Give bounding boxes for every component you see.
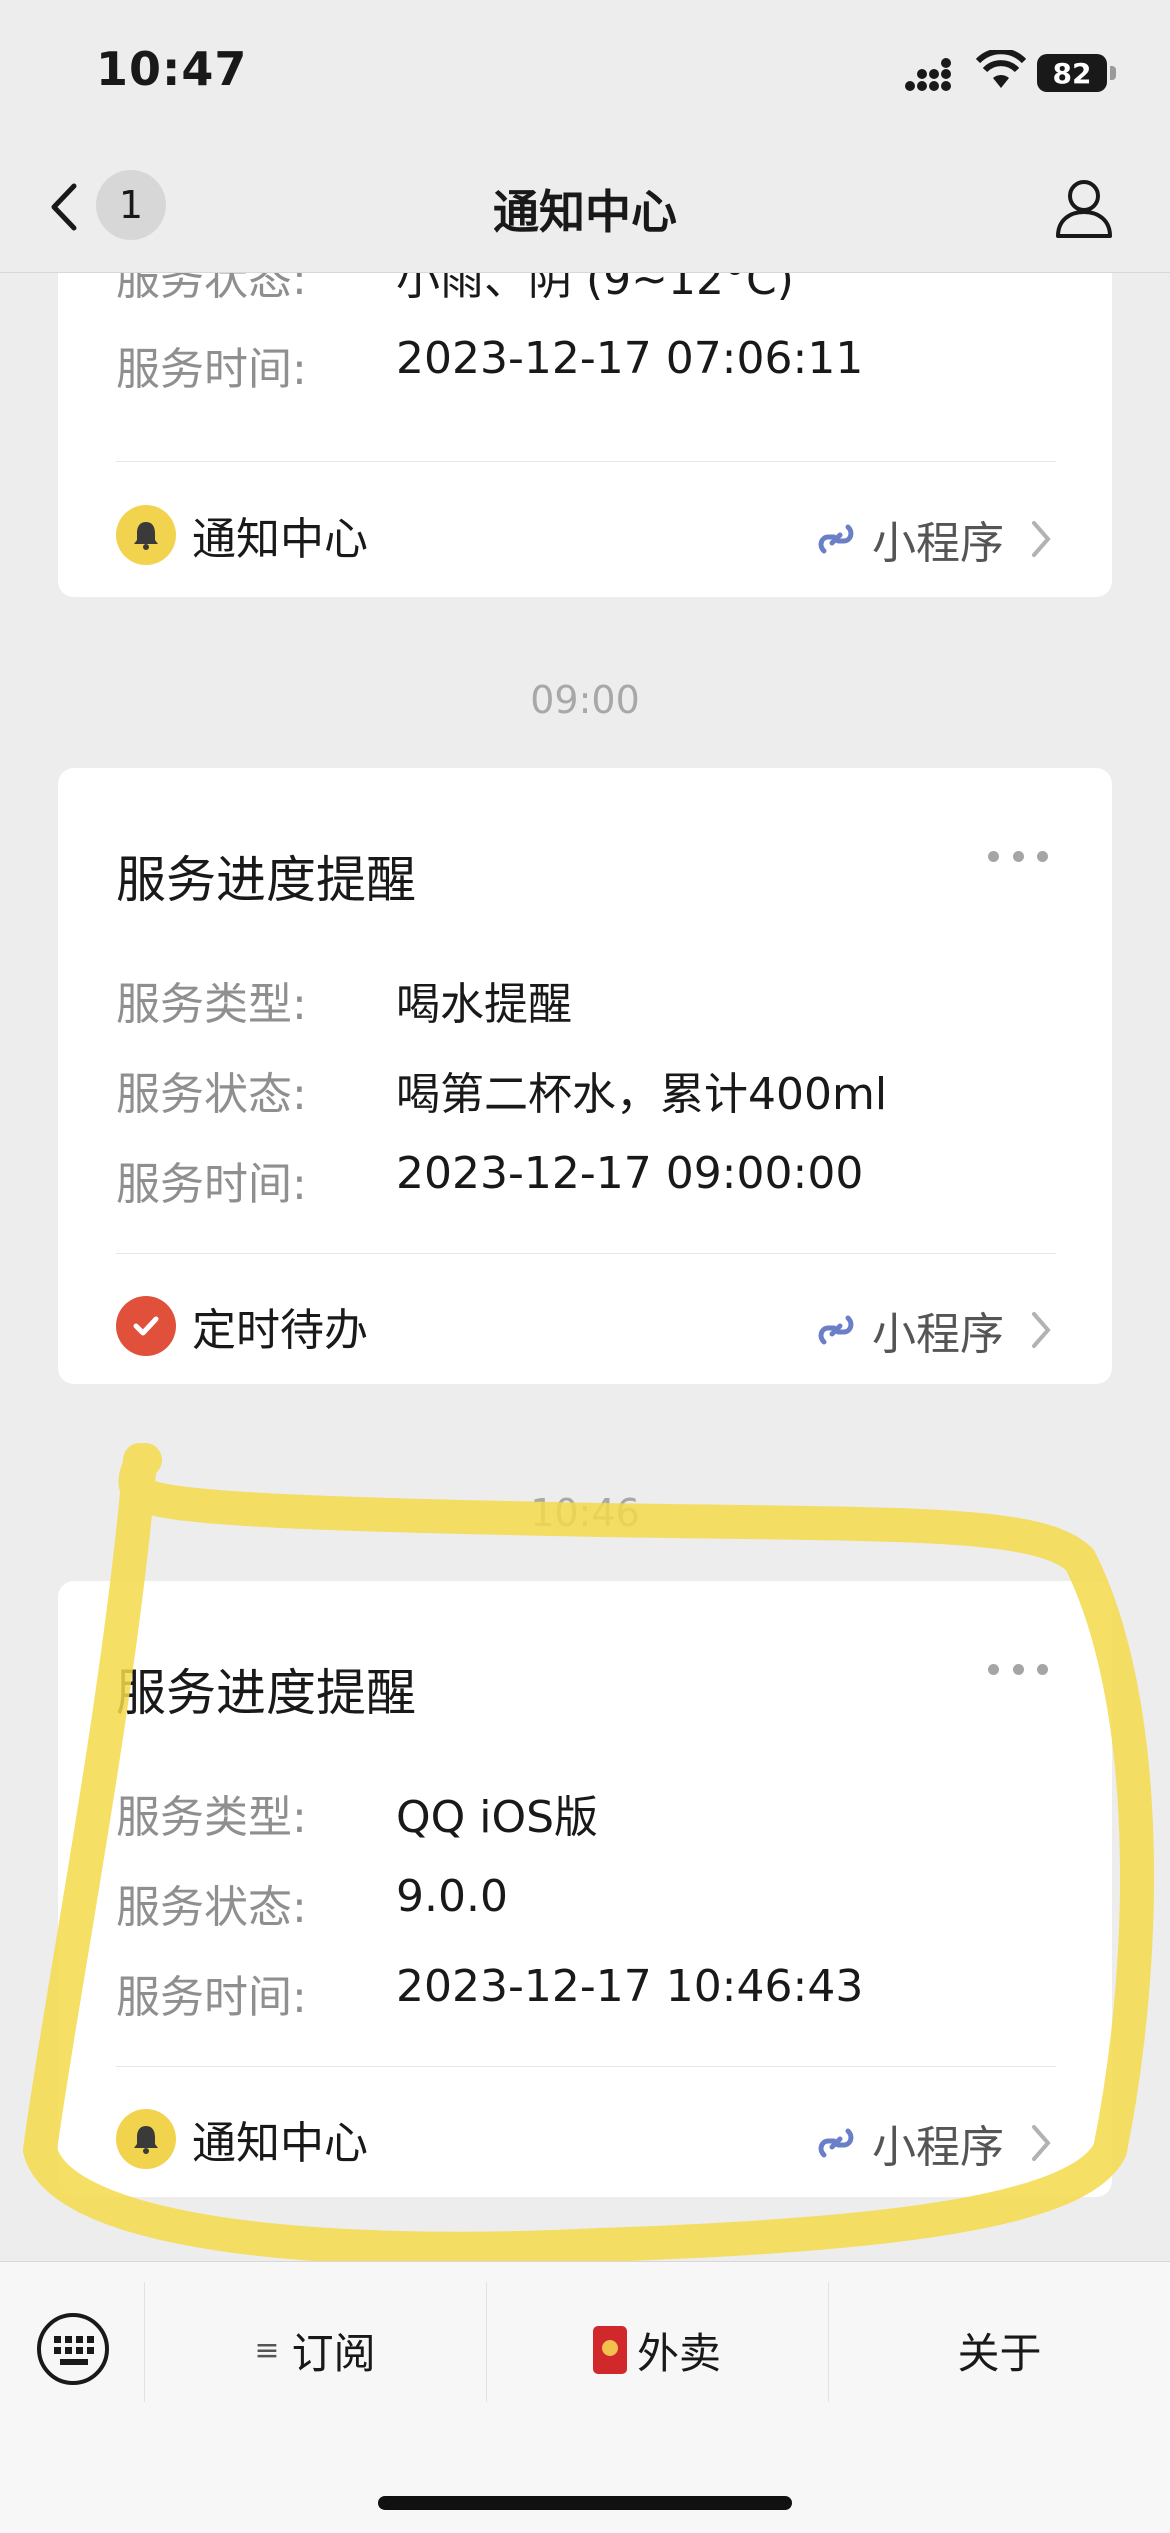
row-key: 服务时间:: [116, 1972, 307, 2023]
row-value: 喝第二杯水，累计400ml: [396, 1069, 888, 1120]
card-source[interactable]: 通知中心: [116, 2107, 368, 2171]
link-label: 小程序: [872, 2122, 1004, 2173]
battery-cap: [1110, 66, 1116, 80]
menu-item-label: 外卖: [636, 2328, 721, 2378]
link-icon: [818, 2128, 854, 2158]
red-packet-icon: [592, 2326, 627, 2374]
cellular-signal-icon: [905, 58, 951, 91]
menu-item-label: 订阅: [291, 2328, 376, 2378]
row-value: 喝水提醒: [396, 979, 572, 1030]
timestamp: 10:46: [530, 1491, 640, 1535]
bell-icon: [116, 505, 176, 565]
row-key: 服务状态:: [116, 273, 307, 305]
link-icon: [818, 1315, 854, 1345]
page-title: 通知中心: [493, 185, 677, 239]
row-value: 2023-12-17 07:06:11: [396, 333, 864, 384]
row-value: 2023-12-17 10:46:43: [396, 1961, 864, 2012]
check-icon: [116, 1296, 176, 1356]
menu-item-takeout[interactable]: 外卖: [487, 2320, 827, 2380]
menu-item-label: 关于: [957, 2328, 1042, 2378]
bell-icon: [116, 2109, 176, 2169]
source-label: 通知中心: [192, 514, 368, 565]
menu-item-subscribe[interactable]: ≡ 订阅: [145, 2320, 485, 2380]
link-label: 小程序: [872, 518, 1004, 569]
mini-program-link[interactable]: 小程序: [814, 507, 1052, 571]
notification-card[interactable]: 服务进度提醒 服务类型: QQ iOS版 服务状态: 9.0.0 服务时间: 2…: [58, 1581, 1112, 2197]
notification-card[interactable]: 服务进度提醒 服务类型: 喝水提醒 服务状态: 喝第二杯水，累计400ml 服务…: [58, 768, 1112, 1384]
card-divider: [116, 1253, 1056, 1254]
card-title: 服务进度提醒: [116, 1664, 416, 1722]
status-time: 10:47: [96, 42, 248, 96]
row-key: 服务时间:: [116, 1159, 307, 1210]
card-source[interactable]: 定时待办: [116, 1294, 368, 1358]
bottom-menu-bar: ≡ 订阅 外卖 关于: [0, 2261, 1170, 2533]
keyboard-icon[interactable]: [36, 2312, 110, 2386]
chevron-right-icon: [1032, 2125, 1051, 2161]
more-icon[interactable]: [988, 848, 1048, 864]
card-divider: [116, 461, 1056, 462]
row-key: 服务时间:: [116, 344, 307, 395]
profile-icon[interactable]: [1054, 176, 1114, 238]
card-source[interactable]: 通知中心: [116, 503, 368, 567]
source-label: 定时待办: [192, 1305, 368, 1356]
link-icon: [818, 524, 854, 554]
card-title: 服务进度提醒: [116, 851, 416, 909]
home-indicator[interactable]: [378, 2496, 792, 2510]
timestamp: 09:00: [530, 678, 640, 722]
link-label: 小程序: [872, 1309, 1004, 1360]
wifi-icon: [975, 50, 1027, 88]
row-value: 小雨、阴 (9~12°C): [396, 273, 794, 305]
row-value: 2023-12-17 09:00:00: [396, 1148, 864, 1199]
mini-program-link[interactable]: 小程序: [814, 1298, 1052, 1362]
more-icon[interactable]: [988, 1661, 1048, 1677]
row-key: 服务类型:: [116, 1792, 307, 1843]
row-key: 服务状态:: [116, 1882, 307, 1933]
notification-card: 服务状态: 小雨、阴 (9~12°C) 服务时间: 2023-12-17 07:…: [58, 273, 1112, 597]
menu-item-about[interactable]: 关于: [829, 2320, 1170, 2380]
nav-bar: 1 通知中心: [0, 140, 1170, 273]
row-key: 服务类型:: [116, 979, 307, 1030]
chevron-right-icon: [1032, 521, 1051, 557]
source-label: 通知中心: [192, 2118, 368, 2169]
status-bar: 10:47 82: [0, 0, 1170, 140]
card-divider: [116, 2066, 1056, 2067]
row-value: 9.0.0: [396, 1871, 508, 1922]
mini-program-link[interactable]: 小程序: [814, 2111, 1052, 2175]
message-list[interactable]: 服务状态: 小雨、阴 (9~12°C) 服务时间: 2023-12-17 07:…: [0, 273, 1170, 2260]
row-key: 服务状态:: [116, 1069, 307, 1120]
battery-icon: 82: [1037, 54, 1107, 92]
menu-icon: ≡: [254, 2332, 280, 2368]
row-value: QQ iOS版: [396, 1792, 599, 1843]
chevron-right-icon: [1032, 1312, 1051, 1348]
